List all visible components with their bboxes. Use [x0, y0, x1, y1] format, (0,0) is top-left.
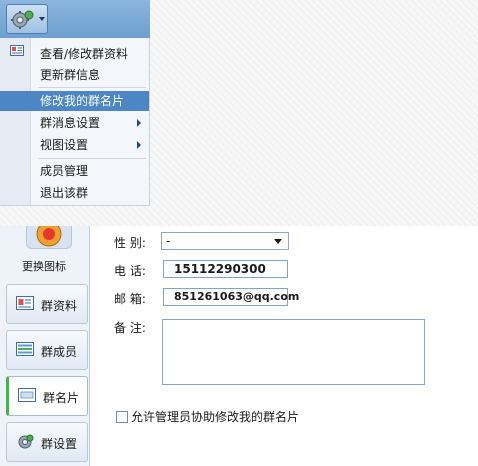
chevron-down-icon: [39, 17, 45, 21]
tab-group-info[interactable]: 群资料: [6, 284, 88, 324]
tab-label: 群名片: [43, 391, 80, 405]
menu-item-refresh-group[interactable]: 更新群信息: [0, 65, 149, 85]
tab-group-settings[interactable]: 群设置: [6, 422, 88, 462]
menu-item-view-group-info[interactable]: 查看/修改群资料: [0, 44, 149, 64]
members-icon: [16, 342, 34, 356]
tab-group-card[interactable]: 群名片: [6, 376, 88, 416]
menu-item-quit-group[interactable]: 退出该群: [0, 183, 149, 203]
note-label: 备 注:: [114, 321, 146, 335]
change-icon-link[interactable]: 更换图标: [22, 258, 66, 274]
tab-label: 群资料: [41, 299, 78, 313]
menu-item-edit-my-card[interactable]: 修改我的群名片: [0, 91, 149, 111]
group-card-panel: 更换图标 群资料 群成员 群名片 群设置 性 别: - 电 话: 1511229…: [0, 226, 478, 466]
menu-separator: [38, 87, 146, 88]
menu-item-label: 修改我的群名片: [40, 94, 125, 108]
sidebar: 更换图标 群资料 群成员 群名片 群设置: [0, 226, 90, 466]
chevron-right-icon: [137, 119, 141, 127]
chevron-right-icon: [137, 141, 141, 149]
gear-icon: [11, 10, 34, 29]
menu-item-label: 视图设置: [40, 138, 89, 152]
note-textarea[interactable]: [162, 319, 425, 385]
allow-admin-label[interactable]: 允许管理员协助修改我的群名片: [131, 408, 299, 425]
group-avatar[interactable]: [26, 226, 72, 249]
group-settings-button[interactable]: [6, 4, 48, 34]
gender-label: 性 别:: [114, 236, 146, 250]
phone-label: 电 话:: [114, 264, 146, 278]
card-icon: [18, 388, 36, 402]
menu-item-member-management[interactable]: 成员管理: [0, 161, 149, 181]
group-avatar-icon: [36, 226, 62, 247]
group-dropdown-menu: 查看/修改群资料 更新群信息 修改我的群名片 群消息设置 视图设置 成员管理 退…: [0, 38, 150, 206]
gender-select[interactable]: -: [161, 232, 289, 250]
menu-region: 查看/修改群资料 更新群信息 修改我的群名片 群消息设置 视图设置 成员管理 退…: [0, 0, 478, 226]
menu-item-message-settings[interactable]: 群消息设置: [0, 113, 149, 133]
tab-group-members[interactable]: 群成员: [6, 330, 88, 370]
gender-value: -: [166, 234, 171, 248]
settings-icon: [18, 434, 34, 449]
email-label: 邮 箱:: [114, 292, 146, 306]
chevron-down-icon: [274, 239, 282, 244]
group-info-icon: [16, 296, 34, 310]
phone-field[interactable]: 15112290300: [163, 260, 288, 278]
menu-item-view-settings[interactable]: 视图设置: [0, 135, 149, 155]
toolbar: [0, 0, 150, 39]
email-field[interactable]: 851261063@qq.com: [163, 288, 299, 306]
menu-separator: [38, 158, 146, 159]
allow-admin-checkbox[interactable]: [116, 411, 128, 423]
tab-label: 群成员: [41, 345, 78, 359]
menu-item-label: 群消息设置: [40, 116, 101, 130]
tab-label: 群设置: [41, 437, 78, 451]
